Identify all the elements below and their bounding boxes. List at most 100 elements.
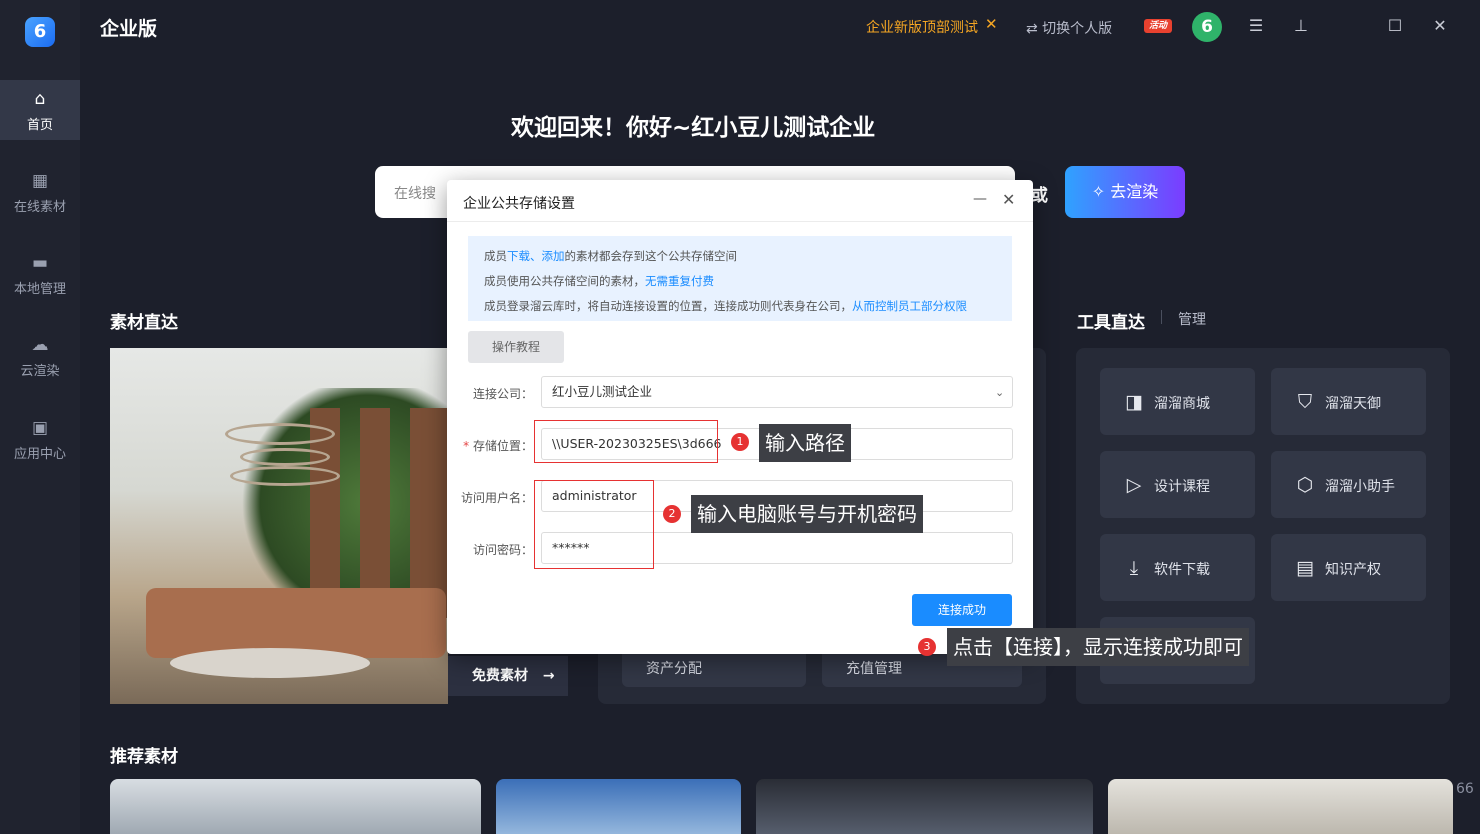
top-notice[interactable]: 企业新版顶部测试 [866, 17, 978, 37]
tool-design-course[interactable]: ▷ 设计课程 [1100, 451, 1255, 518]
menu-icon[interactable]: ☰ [1244, 14, 1268, 38]
asset-allocation-label: 资产分配 [646, 661, 702, 677]
tool-liuliu-mall[interactable]: ◨ 溜溜商城 [1100, 368, 1255, 435]
photo-chandelier-ring [230, 466, 340, 486]
tool-liuliu-assistant[interactable]: ⬡ 溜溜小助手 [1271, 451, 1426, 518]
home-icon: ⌂ [34, 89, 46, 109]
assistant-icon: ⬡ [1296, 474, 1314, 496]
info-box: 成员下载、添加的素材都会存到这个公共存储空间 成员使用公共存储空间的素材，无需重… [468, 236, 1012, 321]
company-label: 连接公司： [472, 387, 533, 401]
step-2-marker: 2 [663, 505, 681, 523]
info-line-1: 成员下载、添加的素材都会存到这个公共存储空间 [484, 248, 737, 264]
recharge-management-label: 充值管理 [846, 661, 902, 677]
photo-chandelier-ring [225, 423, 335, 445]
go-render-label: 去渲染 [1110, 182, 1159, 201]
search-placeholder: 在线搜 [394, 186, 436, 202]
sidebar-item-label: 本地管理 [13, 282, 66, 297]
tools-title: 工具直达 [1077, 313, 1145, 333]
tutorial-button[interactable]: 操作教程 [468, 331, 564, 363]
free-materials-label: 免费素材 [472, 668, 528, 684]
step-2-callout: 输入电脑账号与开机密码 [691, 495, 923, 533]
sidebar-item-cloud-render[interactable]: ☁ 云渲染 [0, 326, 80, 386]
tool-software-download[interactable]: ⤓ 软件下载 [1100, 534, 1255, 601]
magic-wand-icon: ✧ [1091, 182, 1111, 201]
sidebar-item-online-materials[interactable]: ▦ 在线素材 [0, 162, 80, 222]
app-logo-icon: 6 [25, 17, 55, 47]
recommended-thumbnail[interactable] [110, 779, 481, 834]
tool-label: 溜溜小助手 [1325, 479, 1395, 495]
shield-icon: ⛉ [1297, 391, 1313, 413]
step-1-marker: 1 [731, 433, 749, 451]
sidebar: 6 ⌂ 首页 ▦ 在线素材 ▬ 本地管理 ☁ 云渲染 ▣ 应用中心 [0, 0, 80, 834]
maximize-icon[interactable]: ☐ [1383, 14, 1407, 38]
tool-intellectual-property[interactable]: ▤ 知识产权 [1271, 534, 1426, 601]
avatar[interactable]: 6 [1192, 12, 1222, 42]
welcome-heading: 欢迎回来！你好~红小豆儿测试企业 [511, 115, 876, 141]
free-materials-button[interactable]: 免费素材 → [448, 656, 568, 696]
recommended-thumbnail[interactable] [496, 779, 741, 834]
cloud-icon: ☁ [31, 335, 49, 355]
tool-label: 溜溜天御 [1325, 396, 1381, 412]
page-number: 66 [1456, 781, 1474, 797]
go-render-button[interactable]: ✧ 去渲染 [1065, 166, 1185, 218]
dialog-close-icon[interactable]: ✕ [1002, 190, 1015, 209]
minimize-icon[interactable]: — [973, 191, 987, 207]
document-icon: ▤ [1296, 557, 1314, 579]
info-highlight: 从而控制员工部分权限 [852, 299, 967, 313]
sidebar-item-label: 应用中心 [13, 447, 66, 462]
password-label: 访问密码： [472, 543, 533, 557]
photo-wood-panel [410, 408, 448, 618]
info-text: 成员使用公共存储空间的素材， [484, 274, 645, 288]
app-title: 企业版 [100, 18, 158, 40]
sidebar-item-label: 云渲染 [20, 364, 60, 379]
sidebar-item-local-management[interactable]: ▬ 本地管理 [0, 244, 80, 304]
info-line-3: 成员登录溜云库时，将自动连接设置的位置，连接成功则代表身在公司，从而控制员工部分… [484, 298, 967, 314]
play-course-icon: ▷ [1126, 474, 1142, 496]
sidebar-item-app-center[interactable]: ▣ 应用中心 [0, 409, 80, 469]
username-label: 访问用户名： [460, 491, 533, 505]
recommended-thumbnail[interactable] [1108, 779, 1453, 834]
storage-location-label: * 存储位置： [463, 439, 533, 453]
close-icon[interactable]: ✕ [985, 15, 998, 33]
step-1-callout: 输入路径 [759, 424, 851, 462]
sidebar-item-label: 在线素材 [13, 200, 66, 215]
shopping-bag-icon: ◨ [1125, 391, 1143, 413]
activity-badge[interactable]: 活动 [1144, 19, 1172, 33]
tool-label: 溜溜商城 [1154, 396, 1210, 412]
dialog-header: 企业公共存储设置 — ✕ [447, 180, 1033, 222]
step-3-marker: 3 [918, 638, 936, 656]
divider [1161, 310, 1162, 324]
info-line-2: 成员使用公共存储空间的素材，无需重复付费 [484, 273, 714, 289]
or-text: 或 [1031, 186, 1048, 206]
storage-settings-dialog: 企业公共存储设置 — ✕ 成员下载、添加的素材都会存到这个公共存储空间 成员使用… [447, 180, 1033, 654]
monitor-icon: ▬ [31, 253, 49, 273]
grid-icon: ▦ [31, 171, 49, 191]
sidebar-item-label: 首页 [26, 118, 53, 133]
storage-location-label-text: 存储位置： [472, 439, 533, 453]
photo-table [170, 648, 370, 678]
company-select[interactable]: 红小豆儿测试企业 [541, 376, 1013, 408]
tools-manage-link[interactable]: 管理 [1178, 309, 1206, 329]
sidebar-item-home[interactable]: ⌂ 首页 [0, 80, 80, 140]
materials-title: 素材直达 [110, 313, 178, 333]
recommended-thumbnail[interactable] [756, 779, 1093, 834]
featured-material-image[interactable] [110, 348, 448, 704]
window-close-icon[interactable]: ✕ [1428, 14, 1452, 38]
recommended-title: 推荐素材 [110, 747, 178, 767]
info-text: 成员登录溜云库时，将自动连接设置的位置，连接成功则代表身在公司， [484, 299, 852, 313]
tool-label: 软件下载 [1154, 562, 1210, 578]
pin-icon[interactable]: ⊥ [1289, 14, 1313, 38]
photo-wood-panel [360, 408, 390, 618]
info-highlight: 下载、添加 [507, 249, 565, 263]
info-text: 的素材都会存到这个公共存储空间 [564, 249, 738, 263]
dialog-title: 企业公共存储设置 [463, 196, 575, 212]
step-3-callout: 点击【连接】，显示连接成功即可 [947, 628, 1249, 666]
apps-icon: ▣ [31, 418, 49, 438]
connect-button[interactable]: 连接成功 [912, 594, 1012, 626]
arrow-right-icon: → [542, 668, 555, 684]
switch-personal-button[interactable]: ⇄ 切换个人版 [1026, 18, 1112, 38]
tool-label: 知识产权 [1325, 562, 1381, 578]
tool-liuliu-tianyu[interactable]: ⛉ 溜溜天御 [1271, 368, 1426, 435]
download-icon: ⤓ [1129, 557, 1139, 579]
chevron-down-icon: ⌄ [995, 386, 1005, 399]
